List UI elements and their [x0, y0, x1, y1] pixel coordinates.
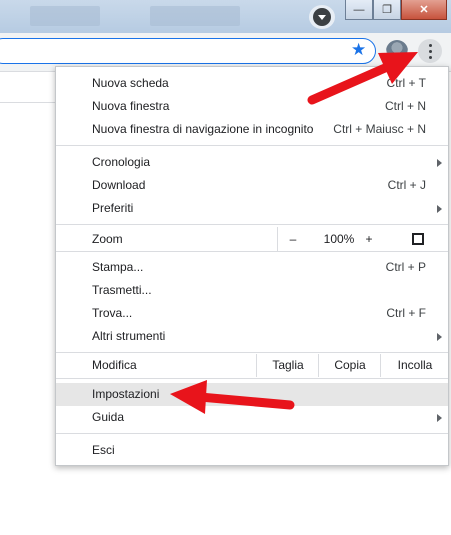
annotation-arrow-to-menu: [307, 52, 418, 105]
annotation-arrows: [170, 52, 418, 414]
annotation-arrow-to-settings: [170, 380, 295, 414]
